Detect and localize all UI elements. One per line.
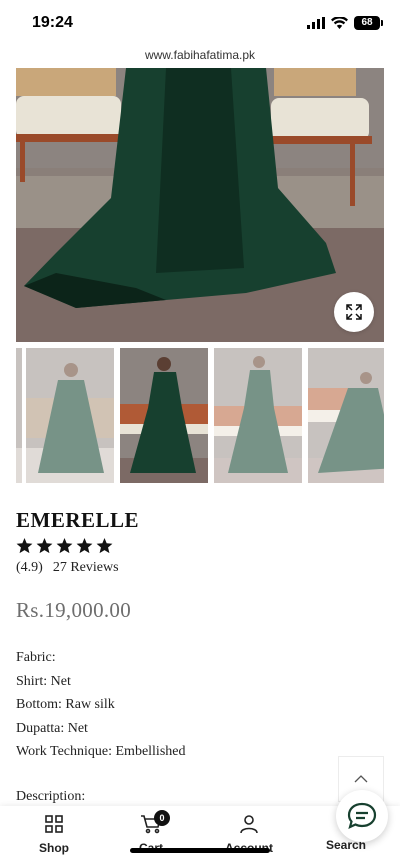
thumbnail-3[interactable] — [214, 348, 302, 483]
signal-icon — [307, 17, 325, 29]
review-count[interactable]: 27 Reviews — [53, 560, 119, 576]
spec-bottom: Bottom: Raw silk — [16, 697, 115, 712]
star-icon — [96, 538, 113, 554]
spec-work-technique: Work Technique: Embellished — [16, 744, 186, 759]
status-time: 19:24 — [32, 14, 73, 31]
url-bar[interactable]: www.fabihafatima.pk — [0, 48, 400, 68]
thumbnail-4[interactable] — [308, 348, 384, 483]
product-main-image[interactable] — [16, 68, 384, 342]
thumbnail-0[interactable] — [16, 348, 22, 483]
product-title: EMERELLE — [16, 508, 140, 532]
expand-image-button[interactable] — [334, 292, 374, 332]
nav-shop-label: Shop — [39, 841, 69, 855]
battery-icon: 68 — [354, 16, 383, 30]
home-indicator — [130, 848, 270, 853]
description-label: Description: — [16, 789, 86, 804]
status-icons: 68 — [307, 16, 383, 30]
status-bar: 19:24 68 — [0, 0, 400, 48]
thumbnail-2[interactable] — [120, 348, 208, 483]
grid-icon — [45, 815, 63, 833]
user-icon — [240, 815, 258, 834]
spec-fabric: Fabric: — [16, 650, 56, 665]
wifi-icon — [331, 17, 348, 29]
star-icon — [16, 538, 33, 554]
cart-count-badge: 0 — [154, 810, 170, 826]
star-icon — [36, 538, 53, 554]
nav-shop[interactable]: Shop — [19, 814, 89, 855]
chat-button[interactable] — [336, 790, 388, 842]
spec-shirt: Shirt: Net — [16, 673, 71, 689]
star-rating — [16, 538, 113, 554]
star-icon — [56, 538, 73, 554]
rating-value: (4.9) — [16, 560, 43, 575]
star-icon — [76, 538, 93, 554]
chat-icon — [347, 802, 377, 829]
product-price: Rs.19,000.00 — [16, 598, 132, 622]
rating-summary[interactable]: (4.9) 27 Reviews — [16, 560, 119, 576]
expand-icon — [346, 304, 362, 320]
spec-dupatta: Dupatta: Net — [16, 720, 88, 736]
chevron-up-icon — [354, 775, 368, 783]
thumbnail-1[interactable] — [26, 348, 114, 483]
product-specs: Fabric: Shirt: Net Bottom: Raw silk Dupa… — [16, 646, 185, 764]
thumbnail-strip[interactable] — [16, 348, 384, 483]
